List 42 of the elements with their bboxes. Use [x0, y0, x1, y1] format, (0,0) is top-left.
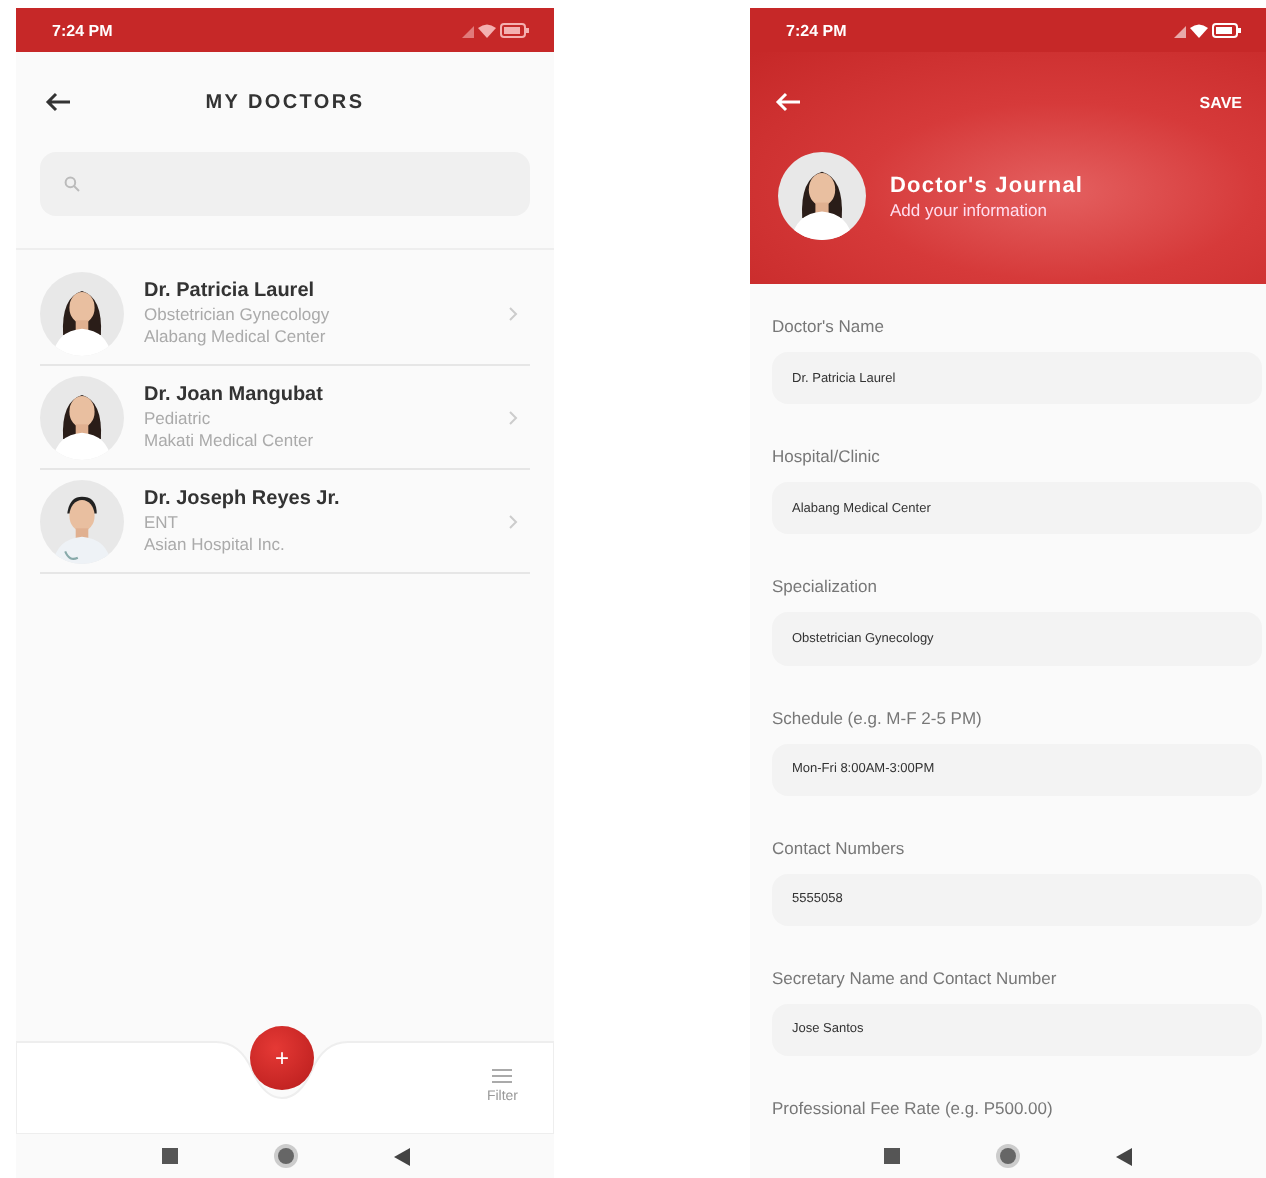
- doctor-specialty: ENT: [144, 512, 180, 532]
- field-label: Schedule (e.g. M-F 2-5 PM): [772, 707, 984, 728]
- home-icon[interactable]: [273, 1144, 297, 1168]
- field-label: Secretary Name and Contact Number: [772, 967, 1059, 988]
- field-label: Professional Fee Rate (e.g. P500.00): [772, 1098, 1055, 1119]
- journal-subtitle: Add your information: [890, 199, 1049, 219]
- doctor-row[interactable]: Dr. Patricia Laurel Obstetrician Gynecology Alabang Medical Center: [40, 262, 530, 366]
- search-field[interactable]: [40, 152, 530, 216]
- save-button[interactable]: SAVE: [1199, 93, 1242, 111]
- doctor-name: Dr. Joseph Reyes Jr.: [144, 488, 342, 510]
- doctor-name: Dr. Patricia Laurel: [144, 280, 317, 302]
- home-icon[interactable]: [996, 1144, 1020, 1168]
- chevron-icon: [508, 409, 518, 425]
- doctor-row[interactable]: Dr. Joan Mangubat Pediatric Makati Medical Center: [40, 366, 530, 470]
- add-button[interactable]: +: [250, 1026, 314, 1090]
- doctor-name: Dr. Joan Mangubat: [144, 384, 325, 406]
- doctor-hospital: Alabang Medical Center: [144, 326, 328, 346]
- field-label: Contact Numbers: [772, 837, 907, 858]
- field-label: Specialization: [772, 576, 879, 597]
- screen-title: MY DOCTORS: [203, 91, 367, 113]
- back-icon[interactable]: [1116, 1147, 1132, 1165]
- journal-title: Doctor's Journal: [890, 173, 1086, 197]
- status-time: 7:24 PM: [786, 21, 847, 39]
- chevron-icon: [508, 305, 518, 321]
- status-icons: [462, 22, 530, 38]
- back-button[interactable]: [44, 92, 72, 112]
- search-icon: [64, 176, 80, 192]
- filter-icon: [492, 1066, 513, 1086]
- status-icons: [1174, 22, 1242, 38]
- recent-apps-icon[interactable]: [161, 1148, 177, 1164]
- doctor-hospital: Asian Hospital Inc.: [144, 534, 287, 554]
- chevron-icon: [508, 513, 518, 529]
- doctor-specialty: Obstetrician Gynecology: [144, 304, 332, 324]
- back-icon[interactable]: [393, 1147, 409, 1165]
- doctor-row[interactable]: Dr. Joseph Reyes Jr. ENT Asian Hospital Inc.: [40, 470, 530, 574]
- field-label: Doctor's Name: [772, 316, 886, 336]
- doctor-hospital: Makati Medical Center: [144, 430, 316, 450]
- status-time: 7:24 PM: [52, 21, 113, 39]
- back-arrow-icon: [44, 92, 72, 112]
- back-arrow-icon: [774, 92, 802, 112]
- doctor-specialty: Pediatric: [144, 408, 213, 428]
- field-label: Hospital/Clinic: [772, 446, 882, 467]
